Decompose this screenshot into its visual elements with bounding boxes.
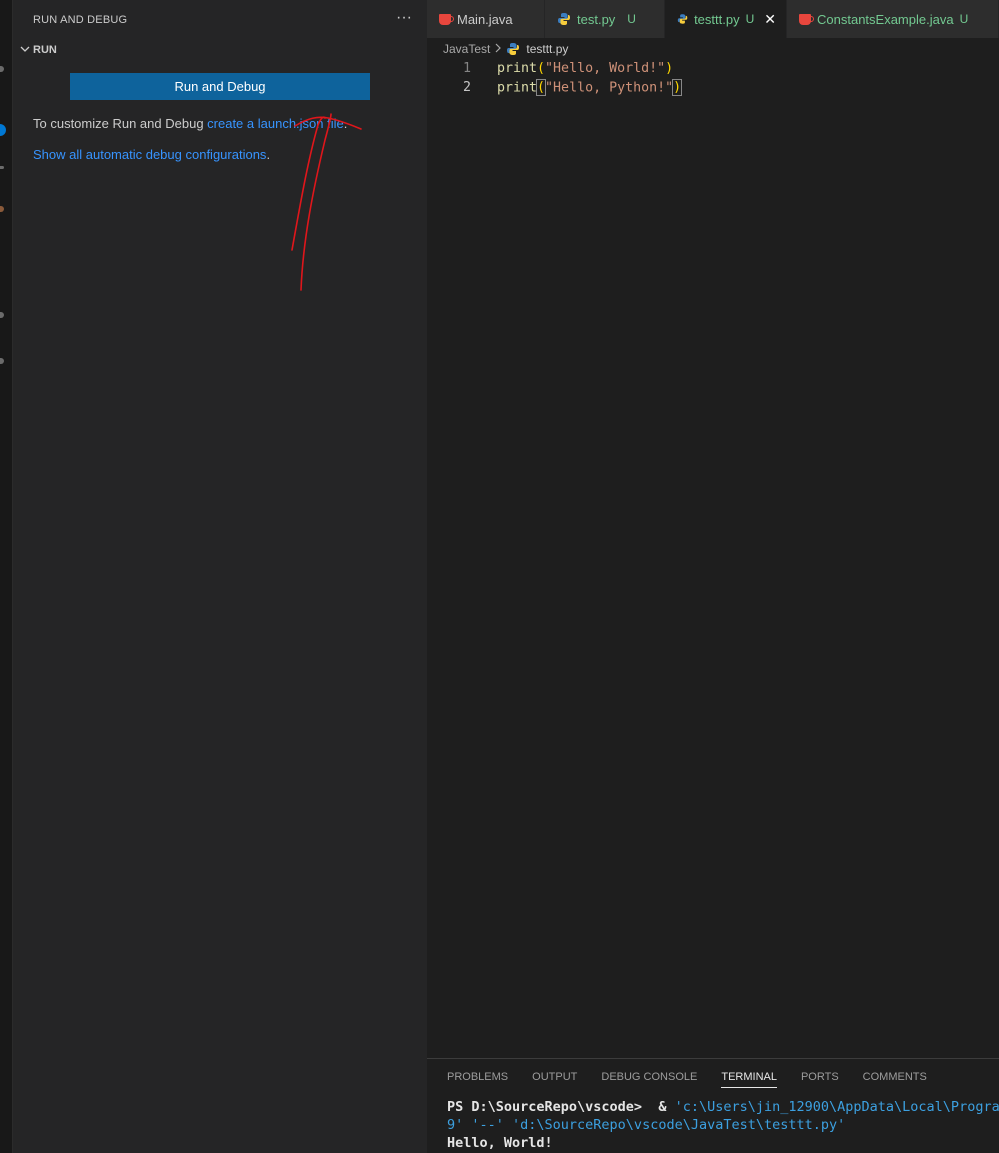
tab-output[interactable]: OUTPUT bbox=[532, 1071, 577, 1088]
tab-label: testtt.py bbox=[694, 11, 740, 27]
editor-area: Main.java test.py U testtt.py U ✕ Consta… bbox=[427, 0, 999, 1153]
breadcrumb-file[interactable]: testtt.py bbox=[526, 42, 568, 56]
tab-ports[interactable]: PORTS bbox=[801, 1071, 839, 1088]
python-icon bbox=[677, 14, 688, 24]
code-text: print("Hello, Python!") bbox=[497, 79, 683, 97]
line-number: 1 bbox=[462, 61, 471, 76]
breadcrumb-folder[interactable]: JavaTest bbox=[443, 42, 490, 56]
activity-icon-explorer[interactable] bbox=[0, 66, 4, 72]
red-arrow-annotation bbox=[291, 113, 362, 291]
terminal-line: Hello, World! bbox=[447, 1135, 553, 1151]
code-token: "Hello, Python!" bbox=[545, 80, 674, 96]
terminal-prompt: PS D:\SourceRepo\vscode> bbox=[447, 1099, 651, 1115]
tab-problems[interactable]: PROBLEMS bbox=[447, 1071, 508, 1088]
bottom-panel: PROBLEMS OUTPUT DEBUG CONSOLE TERMINAL P… bbox=[427, 1058, 999, 1153]
tab-test-py[interactable]: test.py U bbox=[545, 0, 665, 38]
untracked-badge: U bbox=[959, 12, 969, 26]
activity-icon-search[interactable] bbox=[0, 166, 4, 169]
editor-tabs: Main.java test.py U testtt.py U ✕ Consta… bbox=[427, 0, 999, 38]
tab-label: test.py bbox=[577, 11, 616, 27]
panel-tabs: PROBLEMS OUTPUT DEBUG CONSOLE TERMINAL P… bbox=[447, 1071, 951, 1088]
chevron-right-icon bbox=[494, 43, 502, 56]
activity-bar bbox=[0, 0, 13, 1153]
terminal-amp: & bbox=[650, 1099, 675, 1115]
code-line-current: 2 print("Hello, Python!") bbox=[427, 78, 999, 97]
tab-constants-example-java[interactable]: ConstantsExample.java U bbox=[787, 0, 999, 38]
line-number: 2 bbox=[462, 80, 471, 95]
activity-icon-run[interactable] bbox=[0, 206, 4, 212]
breadcrumb: JavaTest testtt.py bbox=[443, 41, 568, 57]
code-token: print bbox=[497, 61, 538, 76]
python-icon bbox=[558, 13, 570, 25]
activity-icon-extensions[interactable] bbox=[0, 312, 4, 318]
tab-debug-console[interactable]: DEBUG CONSOLE bbox=[601, 1071, 697, 1088]
untracked-badge: U bbox=[745, 12, 755, 26]
run-debug-sidebar: RUN AND DEBUG ··· RUN Run and Debug To c… bbox=[13, 0, 427, 1153]
terminal-line: 9' '--' 'd:\SourceRepo\vscode\JavaTest\t… bbox=[447, 1117, 846, 1133]
code-line: 1 print("Hello, World!") bbox=[427, 59, 999, 78]
terminal-cmd-path: 'c:\Users\jin_12900\AppData\Local\Progra… bbox=[674, 1099, 999, 1115]
tab-main-java[interactable]: Main.java bbox=[427, 0, 545, 38]
code-token: "Hello, World!" bbox=[545, 61, 666, 76]
tab-label: ConstantsExample.java bbox=[817, 11, 954, 27]
java-icon bbox=[799, 13, 814, 25]
terminal-output[interactable]: PS D:\SourceRepo\vscode> & 'c:\Users\jin… bbox=[447, 1098, 999, 1152]
text-cursor bbox=[681, 79, 683, 95]
activity-icon-remote[interactable] bbox=[0, 358, 4, 364]
close-icon[interactable]: ✕ bbox=[764, 11, 776, 28]
code-text: print("Hello, World!") bbox=[497, 61, 673, 76]
tab-comments[interactable]: COMMENTS bbox=[863, 1071, 927, 1088]
tab-terminal[interactable]: TERMINAL bbox=[721, 1071, 777, 1088]
activity-badge bbox=[0, 124, 6, 136]
python-icon bbox=[507, 43, 520, 55]
code-token: ) bbox=[672, 79, 683, 97]
untracked-badge: U bbox=[627, 12, 636, 26]
code-token: ( bbox=[536, 79, 547, 97]
tab-testtt-py[interactable]: testtt.py U ✕ bbox=[665, 0, 787, 38]
tab-label: Main.java bbox=[457, 11, 513, 27]
code-token: print bbox=[497, 80, 538, 96]
code-token: ) bbox=[665, 61, 674, 76]
java-icon bbox=[439, 13, 454, 25]
code-editor[interactable]: 1 print("Hello, World!") 2 print("Hello,… bbox=[427, 59, 999, 97]
code-token: ( bbox=[537, 61, 546, 76]
